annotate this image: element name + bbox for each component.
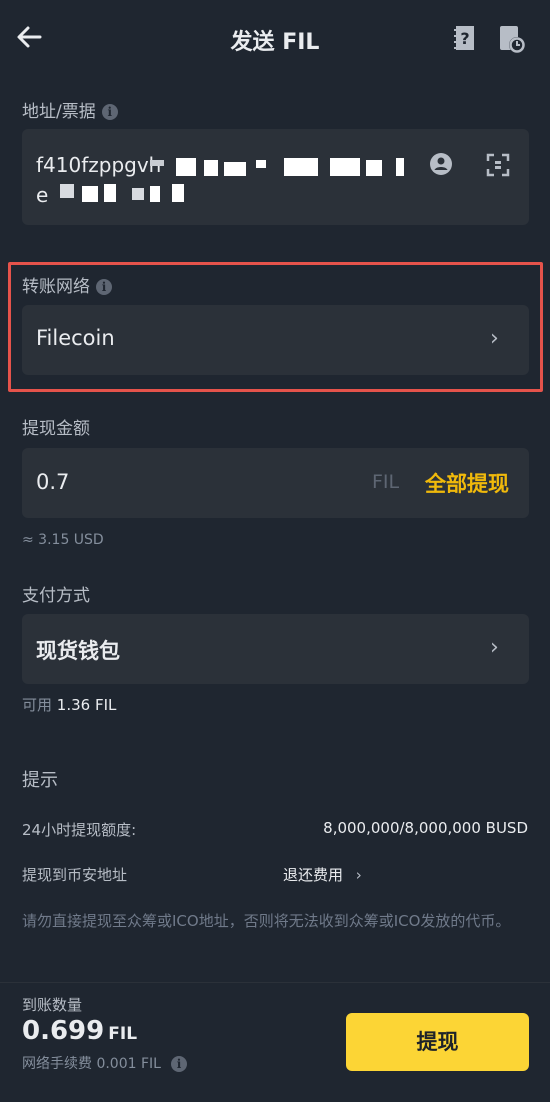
quota-label: 24小时提现额度: (22, 821, 137, 839)
help-icon[interactable]: ? (452, 24, 478, 54)
available-balance: 可用 1.36 FIL (22, 694, 116, 715)
address-label: 地址/票据 i (22, 97, 118, 122)
receive-value: 0.699 (22, 1016, 105, 1046)
header-bar: 发送 FIL ? (0, 0, 550, 80)
refund-fee-text: 退还费用 (283, 866, 344, 884)
network-label-text: 转账网络 (22, 277, 90, 297)
amount-usd-estimate: ≈ 3.15 USD (22, 532, 104, 548)
amount-label: 提现金额 (22, 419, 90, 439)
payment-value: 现货钱包 (36, 639, 120, 663)
address-label-text: 地址/票据 (22, 102, 96, 122)
quota-value: 8,000,000/8,000,000 BUSD (323, 819, 528, 837)
footer-divider (0, 982, 550, 983)
address-value-line2: e (36, 183, 49, 207)
binance-address-label: 提现到币安地址 (22, 866, 128, 884)
amount-unit: FIL (372, 471, 400, 493)
scan-icon[interactable] (486, 153, 510, 177)
available-value: 1.36 FIL (56, 696, 117, 714)
refund-fee-link[interactable]: 退还费用 › (283, 864, 362, 885)
chevron-right-icon: › (355, 866, 362, 884)
payment-label: 支付方式 (22, 586, 90, 606)
chevron-right-icon: › (490, 635, 499, 660)
withdraw-button[interactable]: 提现 (346, 1013, 529, 1071)
address-book-icon[interactable] (429, 152, 453, 176)
info-icon[interactable]: i (170, 1056, 187, 1072)
svg-text:?: ? (460, 29, 469, 48)
receive-unit: FIL (108, 1024, 138, 1044)
amount-value[interactable]: 0.7 (36, 470, 69, 494)
network-fee-text: 网络手续费 0.001 FIL (22, 1056, 161, 1072)
withdraw-all-button[interactable]: 全部提现 (425, 468, 509, 498)
receive-amount: 0.699 FIL (22, 1016, 137, 1046)
info-icon[interactable]: i (96, 279, 112, 295)
history-icon[interactable] (498, 24, 526, 54)
available-prefix: 可用 (22, 696, 53, 714)
info-icon[interactable]: i (101, 104, 118, 120)
tips-title: 提示 (22, 770, 58, 791)
network-value: Filecoin (36, 326, 115, 350)
ico-warning: 请勿直接提现至众筹或ICO地址，否则将无法收到众筹或ICO发放的代币。 (22, 912, 511, 930)
network-label: 转账网络 i (22, 272, 112, 297)
address-value-line1: f410fzppgvh (36, 153, 162, 177)
chevron-right-icon: › (490, 326, 499, 351)
receive-label: 到账数量 (22, 996, 83, 1014)
network-fee: 网络手续费 0.001 FIL i (22, 1053, 187, 1073)
